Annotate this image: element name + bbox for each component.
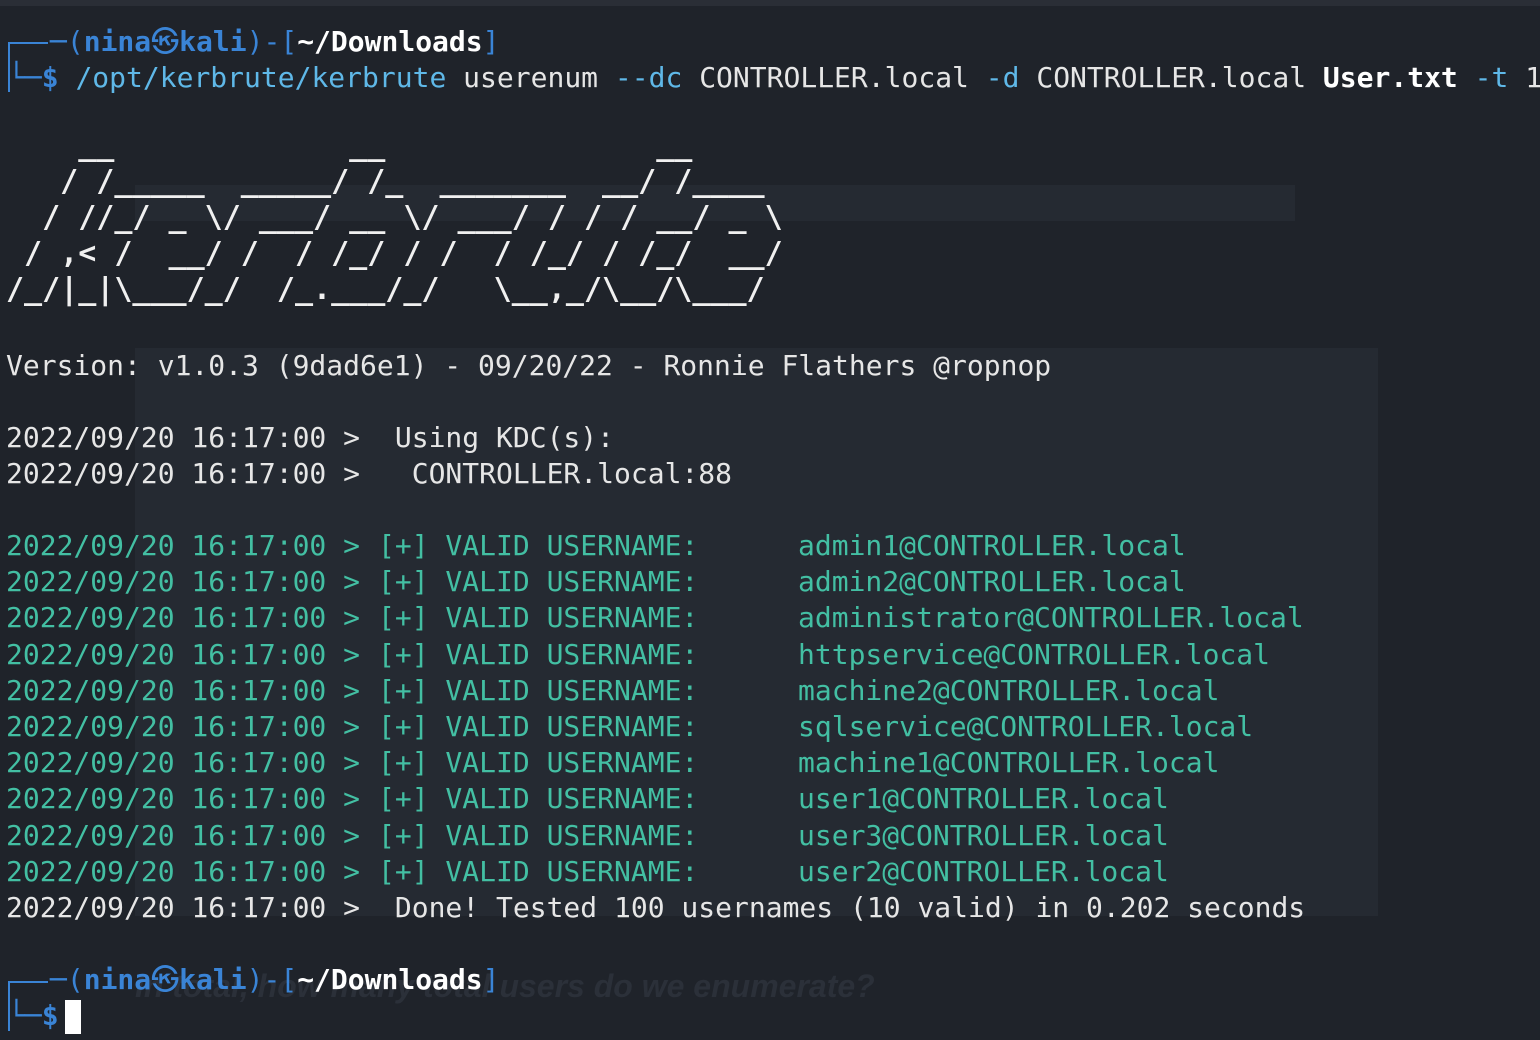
valid-username-row: 2022/09/20 16:17:00 > [+] VALID USERNAME:…	[6, 600, 1304, 636]
valid-username-tag: [+] VALID USERNAME:	[378, 710, 699, 743]
valid-username-row: 2022/09/20 16:17:00 > [+] VALID USERNAME:…	[6, 709, 1253, 745]
prompt-user: nina	[83, 963, 152, 996]
done-line: 2022/09/20 16:17:00 > Done! Tested 100 u…	[6, 890, 1305, 926]
kdc-text: CONTROLLER.local:88	[378, 457, 733, 490]
timestamp: 2022/09/20 16:17:00 >	[6, 746, 361, 780]
valid-username-row: 2022/09/20 16:17:00 > [+] VALID USERNAME:…	[6, 745, 1219, 781]
valid-username-tag: [+] VALID USERNAME:	[378, 746, 699, 780]
username: httpservice@CONTROLLER.local	[798, 637, 1271, 671]
command-d-value: CONTROLLER.local	[1036, 61, 1307, 94]
valid-username-tag: [+] VALID USERNAME:	[378, 637, 699, 671]
command-file: User.txt	[1322, 61, 1458, 94]
username: machine2@CONTROLLER.local	[798, 673, 1220, 707]
valid-username-tag: [+] VALID USERNAME:	[378, 782, 699, 816]
timestamp: 2022/09/20 16:17:00 >	[6, 891, 361, 924]
username: user3@CONTROLLER.local	[798, 818, 1169, 852]
command-flag-dc: --dc	[614, 61, 683, 94]
valid-username-row: 2022/09/20 16:17:00 > [+] VALID USERNAME:…	[6, 818, 1169, 854]
command-flag-t: -t	[1474, 61, 1509, 94]
prompt-host: kali	[179, 25, 247, 58]
prompt-host: kali	[179, 963, 247, 996]
timestamp: 2022/09/20 16:17:00 >	[6, 565, 361, 599]
username: sqlservice@CONTROLLER.local	[798, 710, 1254, 743]
terminal-top-bar	[0, 0, 1540, 6]
timestamp: 2022/09/20 16:17:00 >	[6, 818, 361, 852]
timestamp: 2022/09/20 16:17:00 >	[6, 457, 361, 490]
valid-username-row: 2022/09/20 16:17:00 > [+] VALID USERNAME:…	[6, 781, 1169, 817]
timestamp: 2022/09/20 16:17:00 >	[6, 421, 361, 454]
valid-username-tag: [+] VALID USERNAME:	[378, 854, 699, 888]
prompt-dir: ~/Downloads	[297, 25, 483, 58]
valid-username-row: 2022/09/20 16:17:00 > [+] VALID USERNAME:…	[6, 528, 1186, 564]
valid-username-row: 2022/09/20 16:17:00 > [+] VALID USERNAME:…	[6, 637, 1270, 673]
prompt-user: nina	[83, 25, 152, 58]
valid-username-tag: [+] VALID USERNAME:	[378, 565, 699, 599]
prompt-dollar: $	[41, 999, 59, 1032]
username: machine1@CONTROLLER.local	[798, 746, 1220, 780]
valid-username-row: 2022/09/20 16:17:00 > [+] VALID USERNAME:…	[6, 564, 1186, 600]
prompt-dir: ~/Downloads	[297, 963, 483, 996]
timestamp: 2022/09/20 16:17:00 >	[6, 854, 361, 888]
valid-username-tag: [+] VALID USERNAME:	[378, 601, 699, 635]
timestamp: 2022/09/20 16:17:00 >	[6, 601, 361, 635]
username: administrator@CONTROLLER.local	[798, 601, 1304, 635]
command-t-value: 100	[1525, 61, 1540, 94]
kdc-text: Using KDC(s):	[378, 421, 615, 454]
username: user1@CONTROLLER.local	[798, 782, 1169, 816]
kdc-line-1: 2022/09/20 16:17:00 > Using KDC(s):	[6, 420, 614, 456]
timestamp: 2022/09/20 16:17:00 >	[6, 529, 361, 562]
timestamp: 2022/09/20 16:17:00 >	[6, 637, 361, 671]
timestamp: 2022/09/20 16:17:00 >	[6, 710, 361, 743]
username: admin2@CONTROLLER.local	[798, 565, 1186, 599]
valid-username-row: 2022/09/20 16:17:00 > [+] VALID USERNAME:…	[6, 673, 1219, 709]
prompt-header-1: ─(nina㉿kali)-[~/Downloads]	[50, 25, 500, 58]
command-dc-value: CONTROLLER.local	[699, 61, 969, 94]
command-line-2[interactable]: └─$	[8, 998, 81, 1034]
done-text: Done! Tested 100 usernames (10 valid) in…	[378, 891, 1306, 924]
prompt-header-2: ─(nina㉿kali)-[~/Downloads]	[50, 963, 500, 996]
text-cursor	[64, 1000, 81, 1034]
kerbrute-ascii-logo: __ __ __ / /_____ _____/ /_ _______ __/ …	[6, 128, 783, 307]
valid-username-tag: [+] VALID USERNAME:	[378, 673, 699, 707]
version-line: Version: v1.0.3 (9dad6e1) - 09/20/22 - R…	[6, 349, 1052, 382]
valid-username-tag: [+] VALID USERNAME:	[378, 529, 699, 562]
timestamp: 2022/09/20 16:17:00 >	[6, 782, 361, 816]
timestamp: 2022/09/20 16:17:00 >	[6, 673, 361, 707]
command-subcommand: userenum	[463, 61, 599, 94]
username: admin1@CONTROLLER.local	[798, 529, 1186, 562]
command-binary: /opt/kerbrute/kerbrute	[75, 61, 447, 94]
command-line-1: └─$ /opt/kerbrute/kerbrute userenum --dc…	[8, 60, 1540, 96]
username: user2@CONTROLLER.local	[798, 854, 1169, 888]
command-flag-d: -d	[985, 61, 1020, 94]
valid-username-tag: [+] VALID USERNAME:	[378, 818, 699, 852]
valid-username-row: 2022/09/20 16:17:00 > [+] VALID USERNAME:…	[6, 854, 1169, 890]
prompt-dollar: $	[41, 61, 59, 94]
kdc-line-2: 2022/09/20 16:17:00 > CONTROLLER.local:8…	[6, 456, 732, 492]
